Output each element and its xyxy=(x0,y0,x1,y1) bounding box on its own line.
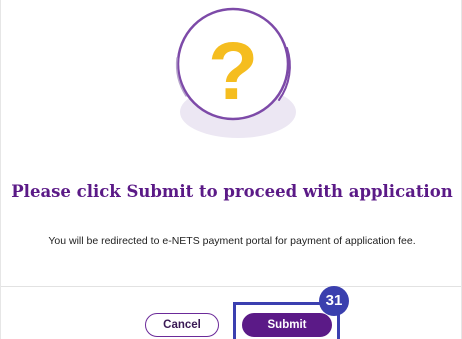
svg-text:?: ? xyxy=(208,26,258,117)
dialog-title: Please click Submit to proceed with appl… xyxy=(11,182,453,201)
step-number-badge: 31 xyxy=(319,286,349,316)
question-mark-icon: ? xyxy=(175,7,296,138)
confirmation-dialog: ? Please click Submit to proceed with ap… xyxy=(0,0,462,339)
dialog-message: You will be redirected to e-NETS payment… xyxy=(48,235,416,247)
footer-divider xyxy=(1,286,461,287)
cancel-button[interactable]: Cancel xyxy=(145,313,219,337)
